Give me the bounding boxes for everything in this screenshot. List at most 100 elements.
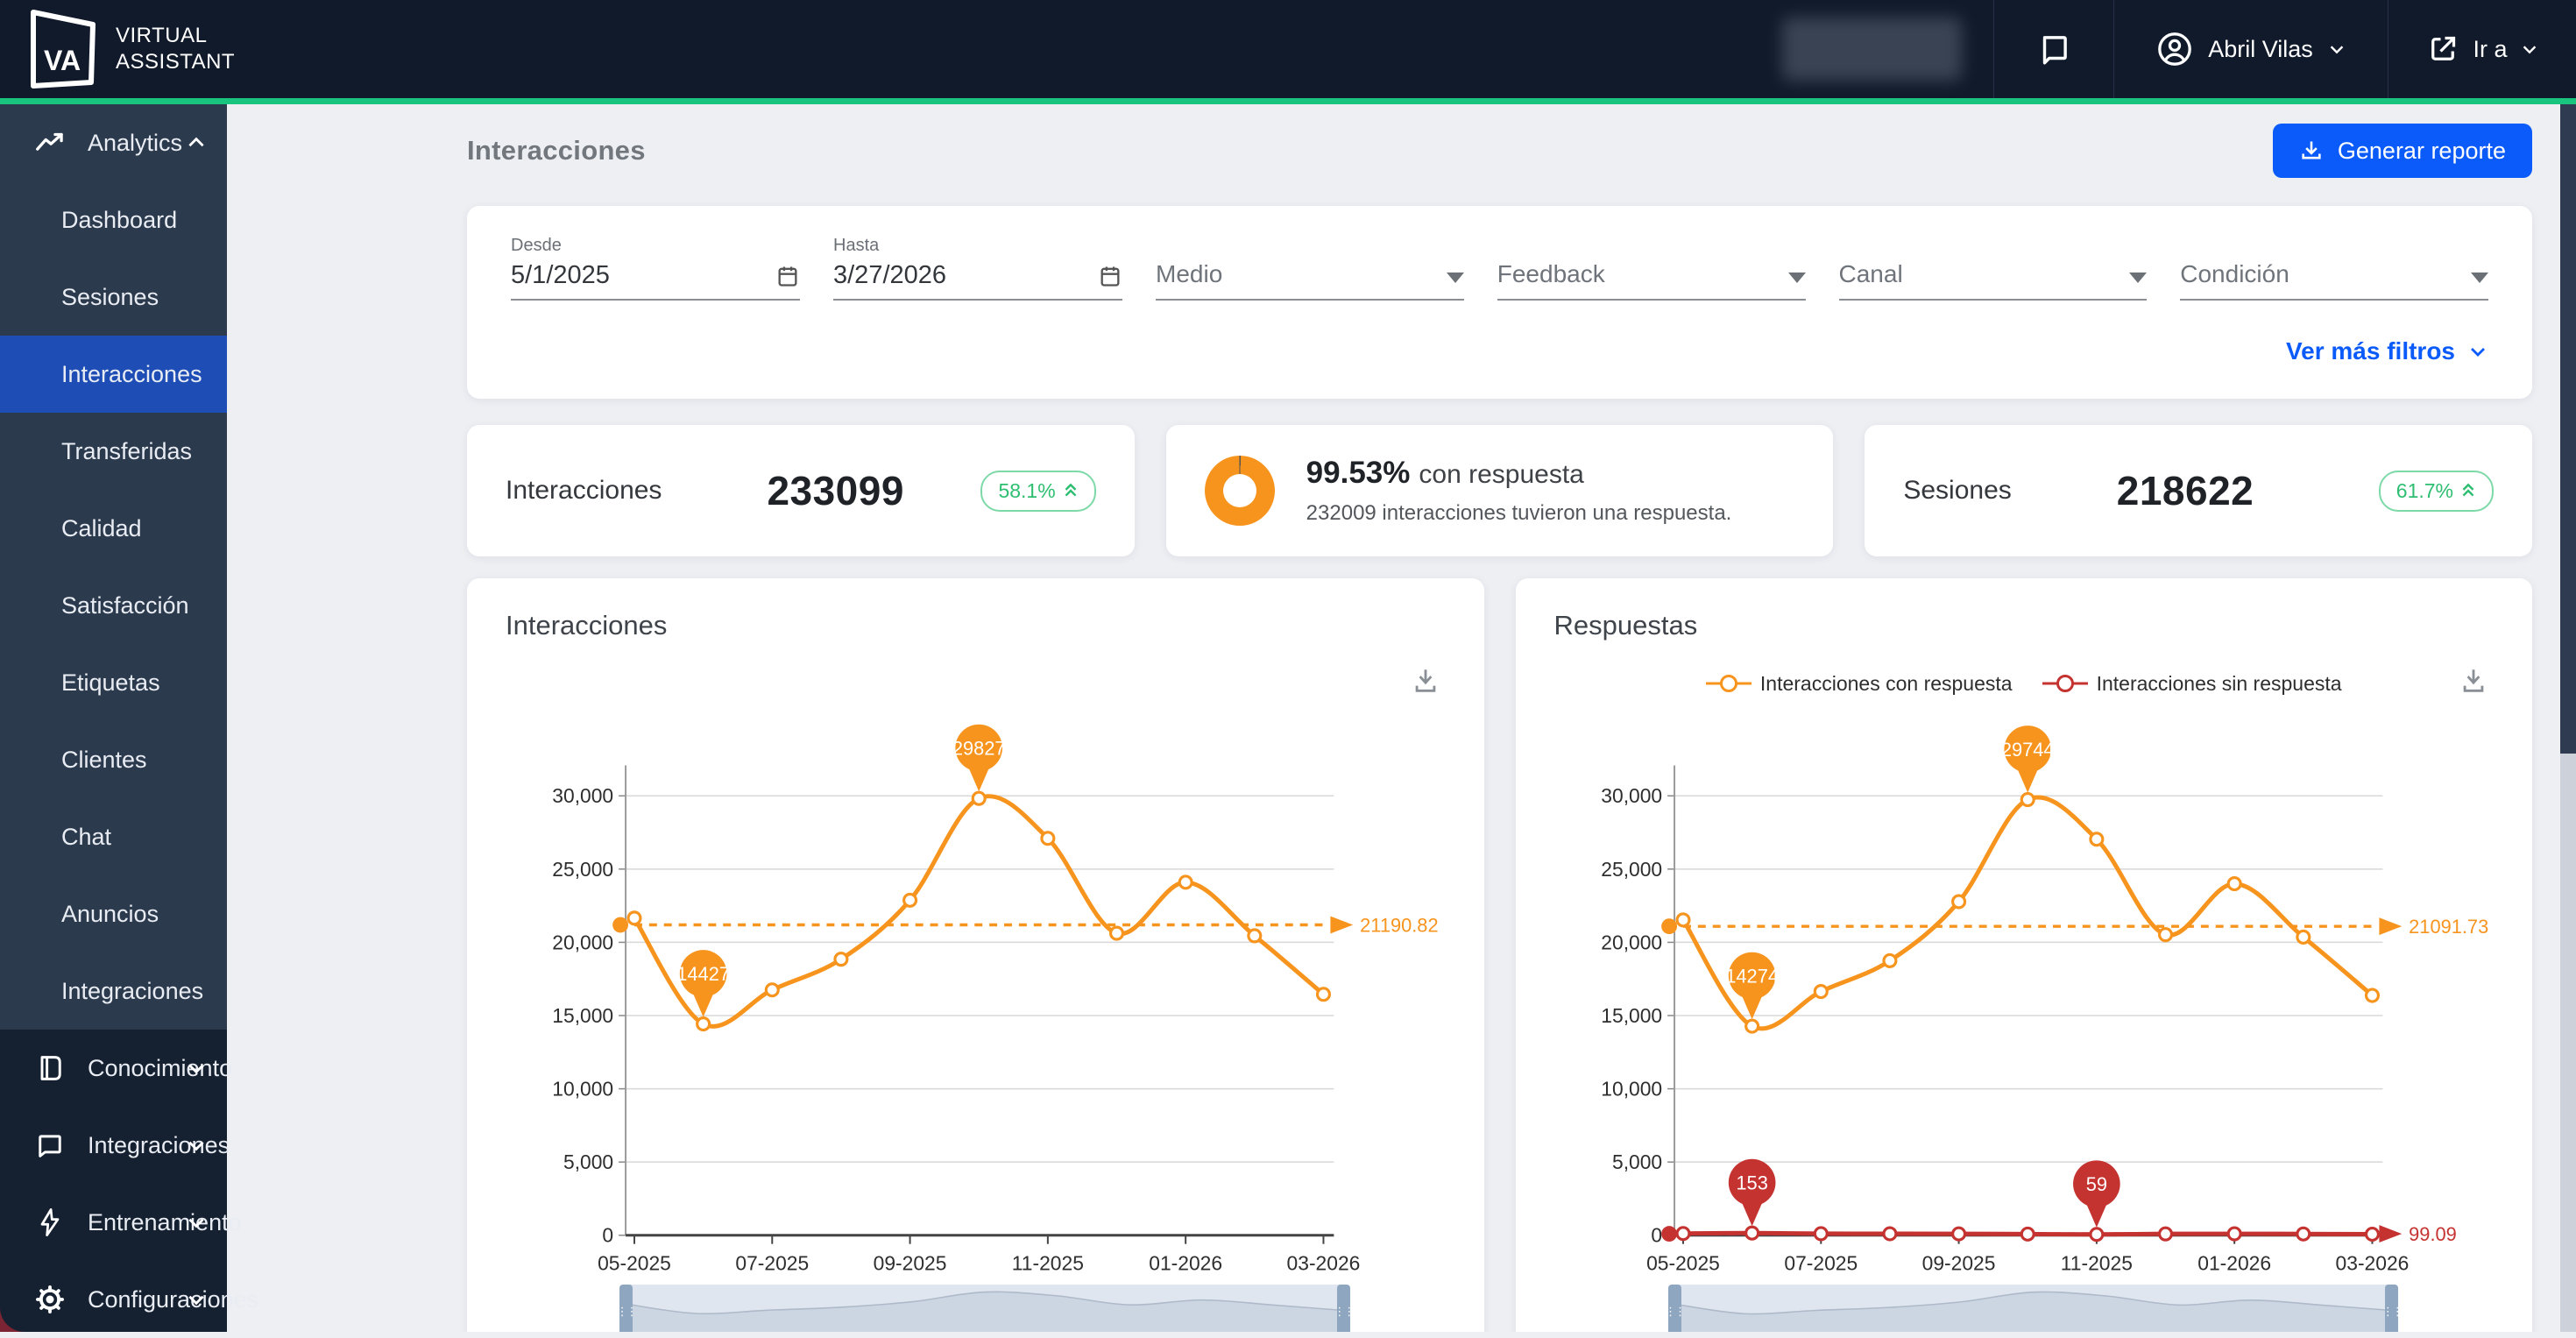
interacciones-chart-card: Interacciones 0 5,000 10,000 15,000 20,000 25…: [467, 578, 1484, 1332]
external-link-icon: [2425, 32, 2460, 67]
legend-item[interactable]: Interacciones sin respuesta: [2042, 672, 2342, 696]
dropdown-arrow-icon: [2471, 273, 2488, 283]
svg-text:99.09: 99.09: [2409, 1223, 2457, 1245]
svg-text:11-2025: 11-2025: [1012, 1251, 1084, 1274]
sidebar-group-configuraciones[interactable]: Configuraciones: [0, 1261, 258, 1338]
svg-text:03-2026: 03-2026: [2335, 1251, 2409, 1274]
chevron-up-icon: [185, 131, 208, 154]
chevron-down-icon: [2327, 39, 2346, 59]
chart-title: Interacciones: [506, 610, 668, 641]
select-feedback[interactable]: Feedback: [1497, 260, 1806, 301]
sidebar-item-integraciones[interactable]: Integraciones: [0, 952, 227, 1030]
svg-text:59: 59: [2085, 1173, 2106, 1195]
svg-text:30,000: 30,000: [552, 784, 613, 807]
date-to-field[interactable]: Hasta 3/27/2026: [833, 236, 1122, 301]
chat-bubble-icon: [33, 1129, 67, 1162]
chart-legend: Interacciones con respuesta Interacciones…: [1705, 672, 2342, 696]
select-condicion[interactable]: Condición: [2180, 260, 2488, 301]
svg-text:0: 0: [1651, 1224, 1662, 1247]
svg-text:25,000: 25,000: [552, 858, 613, 881]
brush-handle-right[interactable]: ⋮⋮: [2382, 1285, 2403, 1332]
user-avatar-icon: [2155, 30, 2194, 68]
goto-menu[interactable]: Ir a: [2388, 0, 2576, 98]
goto-label: Ir a: [2473, 35, 2508, 62]
partner-logo-blurred: [1750, 0, 1993, 98]
chevron-down-icon: [185, 1211, 208, 1234]
kpi-sesiones-card: Sesiones 218622 61.7%: [1865, 425, 2533, 556]
user-menu[interactable]: Abril Vilas: [2113, 0, 2388, 98]
more-filters-link[interactable]: Ver más filtros: [2286, 337, 2488, 365]
calendar-icon[interactable]: [775, 264, 800, 288]
scrollbar-track[interactable]: [2560, 104, 2576, 1332]
sidebar-analytics-section: Analytics Dashboard Sesiones Interaccion…: [0, 104, 227, 1030]
date-to-value: 3/27/2026: [833, 261, 947, 289]
brush-handle-left[interactable]: ⋮⋮: [1665, 1285, 1686, 1332]
chat-button[interactable]: [1993, 0, 2113, 98]
date-from-field[interactable]: Desde 5/1/2025: [511, 236, 800, 301]
svg-text:07-2025: 07-2025: [735, 1251, 809, 1274]
chevron-down-icon: [185, 1288, 208, 1311]
svg-text:20,000: 20,000: [1601, 931, 1662, 953]
double-chevron-up-icon: [2460, 482, 2476, 499]
sidebar-item-transferidas[interactable]: Transferidas: [0, 413, 227, 490]
calendar-icon[interactable]: [1098, 264, 1122, 288]
chart-zoom-brush[interactable]: ⋮⋮ ⋮⋮: [617, 1285, 1355, 1332]
response-percent: 99.53%: [1306, 456, 1411, 490]
chart-download-icon[interactable]: [2459, 666, 2488, 696]
svg-text:01-2026: 01-2026: [2197, 1251, 2271, 1274]
date-from-value: 5/1/2025: [511, 261, 610, 289]
respuestas-chart-card: Respuestas Interacciones con respuesta In…: [1515, 578, 2532, 1332]
svg-text:07-2025: 07-2025: [1784, 1251, 1858, 1274]
sidebar-item-clientes[interactable]: Clientes: [0, 721, 227, 798]
main-content: Interacciones Generar reporte Desde 5/1/…: [227, 104, 2560, 1332]
trend-line-icon: [33, 126, 67, 159]
kpi-interacciones-card: Interacciones 233099 58.1%: [467, 425, 1135, 556]
svg-text:15,000: 15,000: [552, 1004, 613, 1027]
svg-text:30,000: 30,000: [1601, 784, 1662, 807]
select-medio[interactable]: Medio: [1156, 260, 1464, 301]
sidebar-item-interacciones[interactable]: Interacciones: [0, 336, 227, 413]
chart-zoom-brush[interactable]: ⋮⋮ ⋮⋮: [1665, 1285, 2403, 1332]
generate-report-button[interactable]: Generar reporte: [2272, 124, 2532, 178]
brand-name: VIRTUAL ASSISTANT: [116, 24, 236, 74]
svg-text:05-2025: 05-2025: [1646, 1251, 1720, 1274]
kpi-sesiones-value: 218622: [2116, 468, 2254, 513]
sidebar-item-chat[interactable]: Chat: [0, 798, 227, 875]
sidebar-item-etiquetas[interactable]: Etiquetas: [0, 644, 227, 721]
sidebar-group-conocimiento[interactable]: Conocimiento: [0, 1030, 232, 1107]
line-chart: 0 5,000 10,000 15,000 20,000 25,000 30,000 05-2…: [1554, 704, 2495, 1274]
kpi-interacciones-value: 233099: [767, 468, 904, 513]
topbar: VA VIRTUAL ASSISTANT Abril Vilas Ir a: [0, 0, 2576, 98]
select-canal[interactable]: Canal: [1838, 260, 2148, 301]
brush-handle-right[interactable]: ⋮⋮: [1334, 1285, 1355, 1332]
svg-text:5,000: 5,000: [563, 1150, 613, 1173]
user-name: Abril Vilas: [2208, 35, 2313, 62]
svg-text:09-2025: 09-2025: [1921, 1251, 1995, 1274]
legend-item[interactable]: Interacciones con respuesta: [1705, 672, 2013, 696]
svg-text:0: 0: [602, 1224, 613, 1247]
svg-text:03-2026: 03-2026: [1287, 1251, 1361, 1274]
chevron-down-icon: [185, 1057, 208, 1080]
chat-icon: [2035, 31, 2072, 67]
svg-text:29827: 29827: [952, 738, 1006, 760]
dropdown-arrow-icon: [1446, 273, 1464, 283]
sidebar-item-calidad[interactable]: Calidad: [0, 490, 227, 567]
scrollbar-thumb[interactable]: [2560, 104, 2576, 754]
sidebar-item-sesiones[interactable]: Sesiones: [0, 258, 227, 336]
line-chart: 0 5,000 10,000 15,000 20,000 25,000 30,000 05-2…: [506, 704, 1446, 1274]
app-logo[interactable]: VA VIRTUAL ASSISTANT: [0, 7, 235, 91]
sidebar-item-anuncios[interactable]: Anuncios: [0, 875, 227, 952]
sidebar-group-label: Analytics: [88, 129, 183, 156]
sidebar-group-analytics[interactable]: Analytics: [0, 104, 227, 181]
response-donut-chart: [1204, 456, 1275, 526]
sidebar-item-dashboard[interactable]: Dashboard: [0, 181, 227, 258]
filters-panel: Desde 5/1/2025 Hasta 3/27/2026 Medio Fee…: [467, 206, 2532, 399]
sidebar-group-entrenamiento[interactable]: Entrenamiento: [0, 1184, 242, 1261]
blurred-box: [1781, 18, 1962, 81]
svg-text:29744: 29744: [2000, 739, 2054, 761]
sidebar-group-integraciones[interactable]: Integraciones: [0, 1107, 230, 1184]
chart-download-icon[interactable]: [1411, 666, 1440, 696]
svg-text:11-2025: 11-2025: [2060, 1251, 2132, 1274]
brush-handle-left[interactable]: ⋮⋮: [617, 1285, 638, 1332]
sidebar-item-satisfaccion[interactable]: Satisfacción: [0, 567, 227, 644]
